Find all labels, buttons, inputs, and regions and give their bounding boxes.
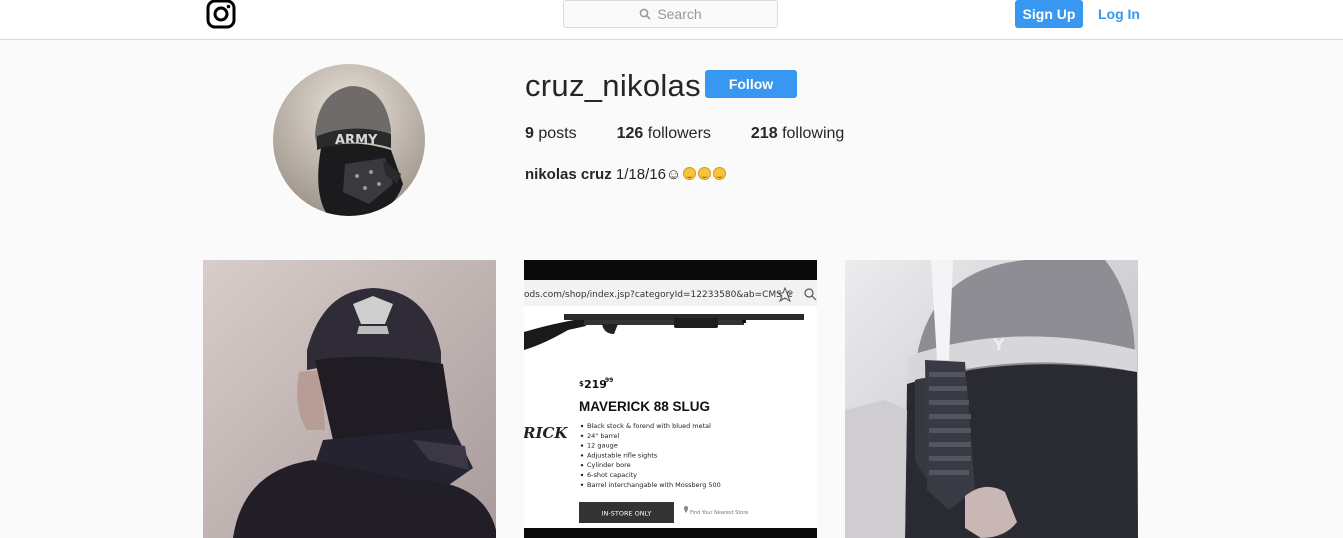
sign-up-button[interactable]: Sign Up	[1015, 0, 1083, 28]
in-store-only-label: IN-STORE ONLY	[602, 510, 652, 518]
feature-item: 24" barrel	[587, 432, 620, 440]
feature-item: Cylinder bore	[587, 461, 631, 469]
profile-username: cruz_nikolas	[525, 68, 701, 103]
feature-bullet	[580, 454, 584, 457]
following-stat[interactable]: 218 following	[751, 125, 844, 145]
profile-stats: 9 posts 126 followers 218 following	[525, 125, 884, 145]
product-title: MAVERICK 88 SLUG	[579, 399, 710, 414]
feature-bullet	[580, 473, 584, 477]
log-in-link[interactable]: Log In	[1098, 6, 1140, 24]
feature-item: 12 gauge	[587, 442, 618, 450]
post-thumbnail-1[interactable]	[203, 260, 496, 538]
followers-stat[interactable]: 126 followers	[617, 125, 711, 145]
bio-text: 1/18/16☺	[615, 166, 682, 183]
profile-avatar: ARMY	[273, 64, 425, 216]
posts-label: posts	[538, 125, 577, 142]
feature-item: 6-shot capacity	[587, 471, 637, 479]
magnifier-icon	[639, 8, 651, 20]
smiling-emoji-icon	[713, 167, 727, 180]
feature-item: Barrel interchangable with Mossberg 500	[587, 481, 721, 489]
smiling-emoji-icon	[698, 167, 712, 180]
price-main: 219	[584, 378, 607, 391]
feature-bullet	[580, 444, 584, 447]
url-bar-text: ods.com/shop/index.jsp?categoryId=122335…	[524, 290, 793, 300]
post-thumbnail-2[interactable]: ods.com/shop/index.jsp?categoryId=122335…	[524, 260, 817, 538]
followers-label: followers	[647, 125, 711, 142]
feature-item: Black stock & forend with blued metal	[587, 422, 711, 430]
brand-logo-fragment: RICK	[524, 424, 568, 442]
search-input[interactable]: Search	[563, 0, 778, 28]
followers-count: 126	[616, 125, 644, 142]
price-cents: 99	[605, 377, 613, 384]
instagram-glyph-icon[interactable]	[206, 0, 236, 29]
following-label: following	[782, 125, 845, 142]
hat-letter: Y	[992, 335, 1005, 354]
following-count: 218	[750, 125, 778, 142]
smiling-emoji-icon	[683, 167, 697, 180]
posts-stat: 9 posts	[525, 125, 577, 145]
profile-full-name: nikolas cruz	[525, 166, 612, 183]
search-placeholder: Search	[657, 6, 702, 22]
feature-bullet	[580, 464, 584, 467]
top-navigation-bar: Search Sign Up Log In	[0, 0, 1343, 40]
feature-item: Adjustable rifle sights	[587, 451, 658, 459]
feature-bullet	[580, 434, 584, 437]
posts-count: 9	[525, 125, 534, 142]
feature-bullet	[580, 483, 584, 486]
feature-bullet	[580, 424, 584, 428]
follow-button[interactable]: Follow	[705, 70, 797, 98]
find-store-label: Find Your Nearest Store	[690, 510, 748, 516]
profile-bio: nikolas cruz 1/18/16☺	[525, 166, 727, 186]
post-thumbnail-3[interactable]: Y	[845, 260, 1138, 538]
